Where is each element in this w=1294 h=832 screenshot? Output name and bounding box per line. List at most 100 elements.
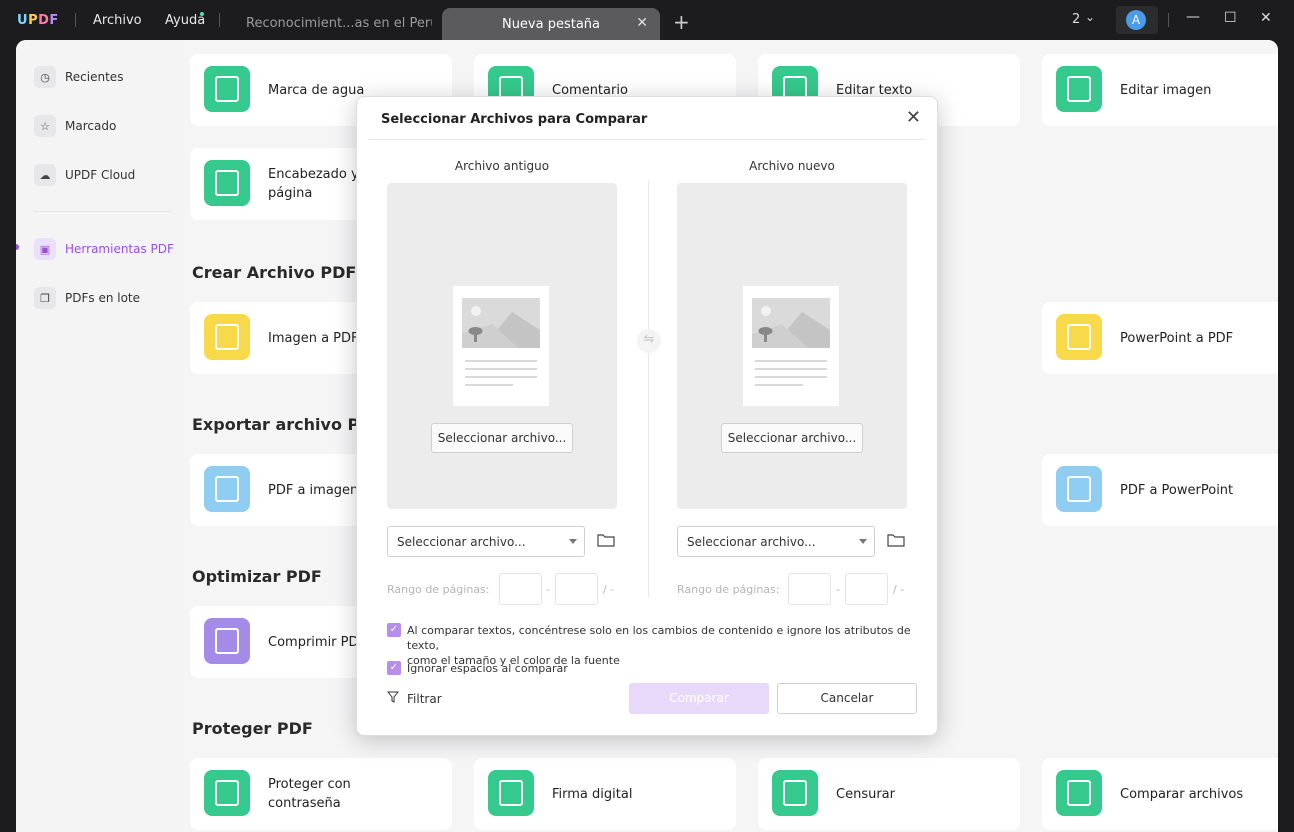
batch-icon: ❐	[34, 287, 56, 309]
star-icon: ☆	[34, 115, 56, 137]
add-tab-icon[interactable]: +	[673, 10, 690, 34]
header-footer-icon	[204, 160, 250, 206]
card-comparar[interactable]: Comparar archivos	[1042, 758, 1278, 830]
divider	[75, 13, 76, 27]
divider	[648, 181, 649, 597]
range-total: / -	[603, 583, 615, 596]
menu-archivo[interactable]: Archivo	[93, 13, 142, 28]
sidebar-item-label: PDFs en lote	[65, 291, 141, 305]
new-file-select[interactable]: Seleccionar archivo...	[677, 526, 875, 557]
card-label: Firma digital	[552, 786, 633, 802]
old-file-dropzone[interactable]: Seleccionar archivo...	[387, 183, 617, 509]
pdf-to-image-icon	[204, 466, 250, 512]
close-tab-icon[interactable]: ✕	[636, 15, 648, 31]
page-range-from[interactable]	[499, 573, 542, 605]
section-proteger: Proteger PDF	[192, 719, 313, 738]
card-label: Comparar archivos	[1120, 786, 1244, 802]
card-label: PDF a PowerPoint	[1120, 482, 1234, 498]
card-editar-imagen[interactable]: Editar imagen	[1042, 54, 1278, 126]
option-ignore-spaces-label: Ignorar espacios al comparar	[407, 662, 568, 675]
sidebar-item-lote[interactable]: ❐ PDFs en lote	[34, 284, 174, 312]
pdf-to-ppt-icon	[1056, 466, 1102, 512]
maximize-icon[interactable]: ☐	[1224, 10, 1237, 26]
tab-new[interactable]: Nueva pestaña ✕	[442, 8, 660, 40]
card-ppt-pdf[interactable]: PowerPoint a PDF	[1042, 302, 1278, 374]
close-window-icon[interactable]: ✕	[1260, 10, 1272, 26]
page-range-label: Rango de páginas:	[677, 583, 780, 596]
lock-icon	[204, 770, 250, 816]
divider	[34, 211, 172, 212]
new-file-dropzone[interactable]: Seleccionar archivo...	[677, 183, 907, 509]
option-ignore-spaces-checkbox[interactable]: ✓	[387, 661, 401, 675]
swap-icon[interactable]: ⇋	[637, 329, 661, 353]
filter-button[interactable]: Filtrar	[386, 691, 442, 706]
redact-icon	[772, 770, 818, 816]
tab-label: Nueva pestaña	[501, 17, 601, 32]
old-file-title: Archivo antiguo	[454, 159, 550, 173]
menu-ayuda[interactable]: Ayuda	[165, 13, 205, 28]
toolbox-icon: ▣	[34, 238, 56, 260]
card-label: PowerPoint a PDF	[1120, 330, 1234, 346]
range-dash: -	[546, 583, 550, 596]
sidebar-item-label: UPDF Cloud	[65, 168, 136, 182]
select-value: Seleccionar archivo...	[397, 535, 526, 549]
notification-dot	[200, 12, 204, 16]
sidebar-item-cloud[interactable]: ☁ UPDF Cloud	[34, 161, 174, 189]
dialog-title: Seleccionar Archivos para Comparar	[381, 112, 648, 127]
window-count[interactable]: 2	[1072, 12, 1080, 27]
page-range-from[interactable]	[788, 573, 831, 605]
page-range-label: Rango de páginas:	[387, 583, 490, 596]
chevron-down-icon	[859, 539, 867, 544]
range-total: / -	[893, 583, 905, 596]
section-crear: Crear Archivo PDF	[192, 263, 357, 282]
card-firma[interactable]: Firma digital	[474, 758, 736, 830]
section-optimizar: Optimizar PDF	[192, 567, 322, 586]
tab-document[interactable]: Reconocimient...as en el Perú	[232, 8, 432, 40]
sidebar: ◷ Recientes ☆ Marcado ☁ UPDF Cloud ▣ Her…	[16, 40, 184, 832]
card-censurar[interactable]: Censurar	[758, 758, 1020, 830]
updf-logo[interactable]: UPDF	[17, 13, 59, 28]
chevron-down-icon[interactable]: ⌄	[1085, 10, 1095, 24]
document-placeholder-icon	[453, 286, 549, 406]
section-exportar: Exportar archivo PDF	[192, 415, 384, 434]
sidebar-item-marcado[interactable]: ☆ Marcado	[34, 112, 174, 140]
compress-icon	[204, 618, 250, 664]
clock-icon: ◷	[34, 66, 56, 88]
divider	[219, 13, 220, 27]
compare-button[interactable]: Comparar	[629, 683, 769, 714]
avatar[interactable]: A	[1126, 10, 1146, 30]
page-range-to[interactable]	[845, 573, 888, 605]
image-to-pdf-icon	[204, 314, 250, 360]
active-indicator	[16, 244, 19, 250]
edit-image-icon	[1056, 66, 1102, 112]
new-file-title: Archivo nuevo	[749, 159, 835, 173]
filter-icon	[386, 691, 400, 706]
sidebar-item-label: Recientes	[65, 70, 124, 84]
sidebar-item-label: Marcado	[65, 119, 117, 133]
cancel-button[interactable]: Cancelar	[777, 683, 917, 714]
divider	[1168, 13, 1169, 27]
select-old-file-button[interactable]: Seleccionar archivo...	[431, 423, 573, 453]
old-file-select[interactable]: Seleccionar archivo...	[387, 526, 585, 557]
sidebar-item-recientes[interactable]: ◷ Recientes	[34, 63, 174, 91]
minimize-icon[interactable]: —	[1186, 9, 1200, 25]
compare-icon	[1056, 770, 1102, 816]
signature-icon	[488, 770, 534, 816]
select-value: Seleccionar archivo...	[687, 535, 816, 549]
cloud-icon: ☁	[34, 164, 56, 186]
select-new-file-button[interactable]: Seleccionar archivo...	[721, 423, 863, 453]
card-label: Censurar	[836, 786, 895, 802]
folder-icon[interactable]	[597, 533, 615, 547]
card-pdf-ppt[interactable]: PDF a PowerPoint	[1042, 454, 1278, 526]
folder-icon[interactable]	[887, 533, 905, 547]
range-dash: -	[836, 583, 840, 596]
page-range-to[interactable]	[555, 573, 598, 605]
compare-dialog: Seleccionar Archivos para Comparar ✕ Arc…	[356, 96, 938, 736]
close-icon[interactable]: ✕	[906, 107, 921, 128]
option-content-only-checkbox[interactable]: ✓	[387, 623, 401, 637]
title-bar: UPDF Archivo Ayuda Reconocimient...as en…	[0, 0, 1294, 40]
watermark-icon	[204, 66, 250, 112]
sidebar-item-herramientas[interactable]: ▣ Herramientas PDF	[34, 235, 174, 263]
card-proteger[interactable]: Proteger con contraseña	[190, 758, 452, 830]
sidebar-item-label: Herramientas PDF	[65, 242, 174, 256]
